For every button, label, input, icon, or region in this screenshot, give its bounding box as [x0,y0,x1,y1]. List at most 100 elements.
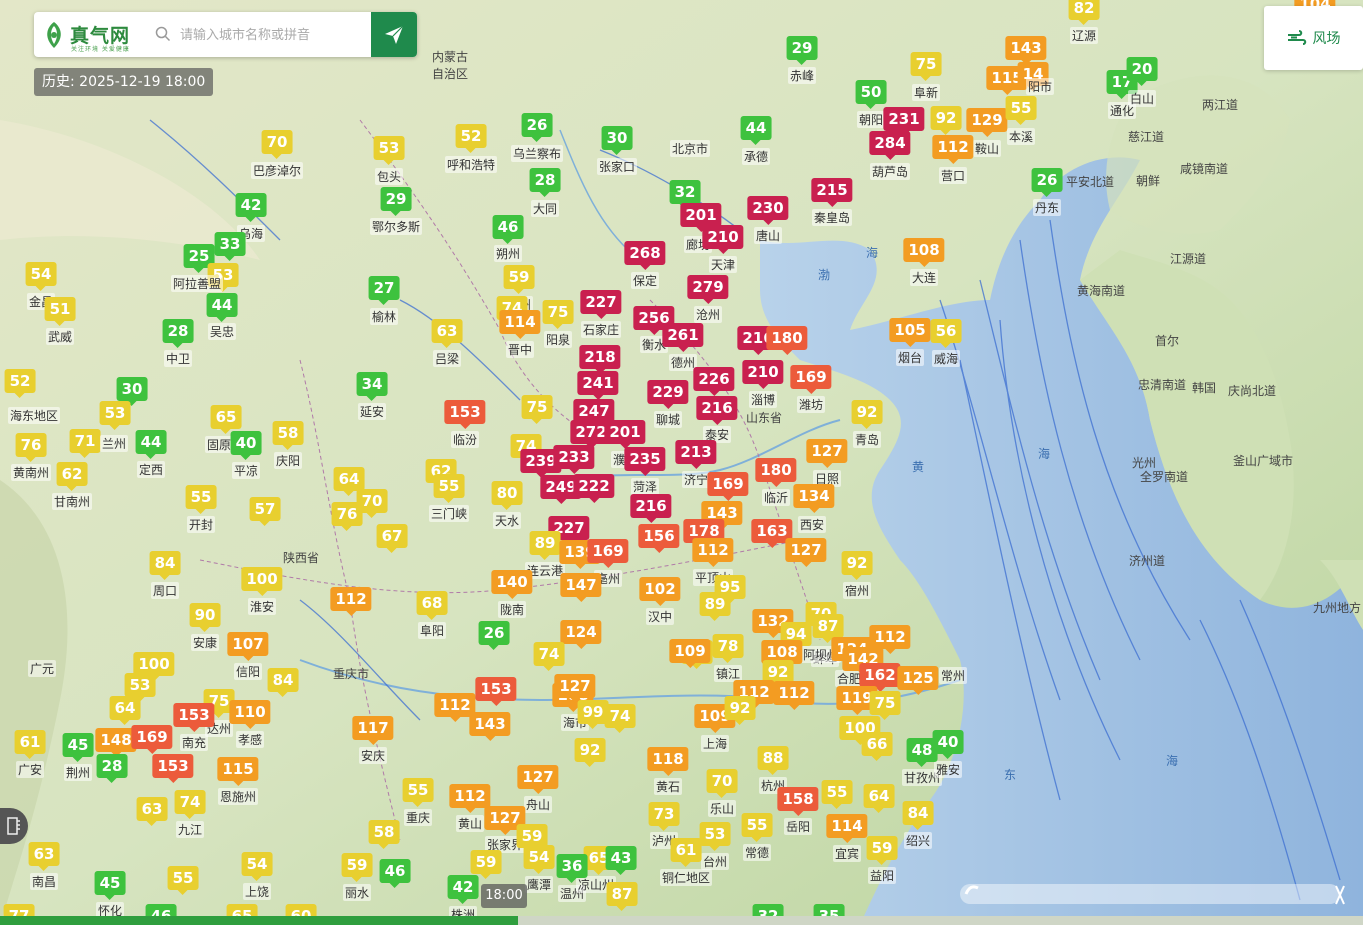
aqi-marker[interactable]: 26 [521,113,553,142]
aqi-marker[interactable]: 153 [444,400,486,429]
aqi-marker[interactable]: 40 [230,431,262,460]
timeline-bar[interactable] [0,916,1363,925]
aqi-marker[interactable]: 54 [241,852,273,881]
aqi-marker[interactable]: 74 [174,790,206,819]
aqi-marker[interactable]: 158 [777,787,819,816]
aqi-marker[interactable]: 75 [910,52,942,81]
aqi-marker[interactable]: 229 [647,380,689,409]
aqi-marker[interactable]: 169 [131,725,173,754]
aqi-marker[interactable]: 109 [669,639,711,668]
aqi-marker[interactable]: 55 [185,485,217,514]
aqi-marker[interactable]: 73 [648,802,680,831]
aqi-marker[interactable]: 54 [25,262,57,291]
aqi-marker[interactable]: 92 [930,106,962,135]
aqi-marker[interactable]: 50 [855,80,887,109]
aqi-marker[interactable]: 268 [624,241,666,270]
aqi-marker[interactable]: 28 [96,754,128,783]
aqi-marker[interactable]: 63 [431,319,463,348]
aqi-marker[interactable]: 143 [1005,36,1047,65]
aqi-marker[interactable]: 92 [724,696,756,725]
aqi-marker[interactable]: 88 [757,746,789,775]
aqi-marker[interactable]: 127 [806,439,848,468]
aqi-marker[interactable]: 218 [579,345,621,374]
aqi-marker[interactable]: 231 [883,107,925,136]
aqi-marker[interactable]: 55 [741,813,773,842]
aqi-marker[interactable]: 45 [62,733,94,762]
aqi-marker[interactable]: 129 [966,108,1008,137]
aqi-marker[interactable]: 76 [331,502,363,531]
aqi-marker[interactable]: 45 [94,871,126,900]
aqi-marker[interactable]: 55 [1005,96,1037,125]
aqi-marker[interactable]: 56 [930,319,962,348]
aqi-marker[interactable]: 58 [368,820,400,849]
aqi-marker[interactable]: 59 [866,836,898,865]
aqi-marker[interactable]: 26 [1031,168,1063,197]
aqi-marker[interactable]: 112 [449,784,491,813]
aqi-marker[interactable]: 89 [529,531,561,560]
aqi-marker[interactable]: 71 [69,429,101,458]
aqi-marker[interactable]: 34 [356,372,388,401]
aqi-marker[interactable]: 92 [574,738,606,767]
aqi-marker[interactable]: 70 [261,130,293,159]
aqi-marker[interactable]: 76 [15,433,47,462]
aqi-marker[interactable]: 30 [116,377,148,406]
aqi-marker[interactable]: 125 [897,666,939,695]
aqi-marker[interactable]: 28 [529,168,561,197]
aqi-marker[interactable]: 110 [229,700,271,729]
aqi-marker[interactable]: 279 [687,275,729,304]
aqi-marker[interactable]: 36 [556,854,588,883]
aqi-marker[interactable]: 201 [604,420,646,449]
site-logo[interactable]: 真气网 关注环境 关爱健康 [42,18,152,53]
aqi-marker[interactable]: 115 [217,757,259,786]
aqi-marker[interactable]: 59 [341,853,373,882]
aqi-marker[interactable]: 53 [124,673,156,702]
aqi-marker[interactable]: 80 [491,481,523,510]
aqi-marker[interactable]: 112 [330,587,372,616]
aqi-marker[interactable]: 63 [136,797,168,826]
aqi-marker[interactable]: 169 [707,472,749,501]
aqi-marker[interactable]: 112 [869,625,911,654]
aqi-marker[interactable]: 55 [433,474,465,503]
aqi-marker[interactable]: 92 [841,551,873,580]
aqi-marker[interactable]: 63 [28,842,60,871]
aqi-marker[interactable]: 233 [553,445,595,474]
aqi-marker[interactable]: 216 [630,494,672,523]
aqi-marker[interactable]: 27 [368,276,400,305]
aqi-marker[interactable]: 54 [523,845,555,874]
aqi-marker[interactable]: 117 [352,716,394,745]
aqi-marker[interactable]: 82 [1068,0,1100,25]
aqi-marker[interactable]: 169 [587,539,629,568]
aqi-marker[interactable]: 112 [773,681,815,710]
aqi-marker[interactable]: 46 [379,859,411,888]
aqi-marker[interactable]: 100 [241,567,283,596]
aqi-marker[interactable]: 84 [267,668,299,697]
aqi-marker[interactable]: 61 [14,730,46,759]
aqi-marker[interactable]: 42 [447,875,479,904]
aqi-marker[interactable]: 78 [712,634,744,663]
aqi-marker[interactable]: 51 [44,297,76,326]
aqi-marker[interactable]: 46 [492,215,524,244]
aqi-marker[interactable]: 227 [580,290,622,319]
aqi-marker[interactable]: 29 [380,187,412,216]
aqi-marker[interactable]: 75 [869,691,901,720]
aqi-marker[interactable]: 67 [376,524,408,553]
aqi-marker[interactable]: 59 [503,265,535,294]
aqi-marker[interactable]: 75 [542,300,574,329]
aqi-marker[interactable]: 127 [517,765,559,794]
aqi-marker[interactable]: 284 [869,131,911,160]
aqi-marker[interactable]: 162 [859,663,901,692]
aqi-marker[interactable]: 201 [680,203,722,232]
aqi-marker[interactable]: 92 [851,400,883,429]
aqi-marker[interactable]: 55 [821,780,853,809]
aqi-marker[interactable]: 52 [455,124,487,153]
aqi-marker[interactable]: 140 [491,570,533,599]
aqi-marker[interactable]: 44 [206,293,238,322]
aqi-marker[interactable]: 57 [249,497,281,526]
aqi-marker[interactable]: 44 [135,430,167,459]
aqi-map[interactable]: 内蒙古 自治区渤海黄海东海朝鲜 韩国 首尔 山东省 陕西省 重庆市 江源道 黄海南道 平安北道咸… [0,0,1363,925]
aqi-marker[interactable]: 53 [373,136,405,165]
aqi-marker[interactable]: 112 [932,135,974,164]
aqi-marker[interactable]: 61 [670,838,702,867]
aqi-marker[interactable]: 153 [173,703,215,732]
aqi-marker[interactable]: 70 [706,769,738,798]
